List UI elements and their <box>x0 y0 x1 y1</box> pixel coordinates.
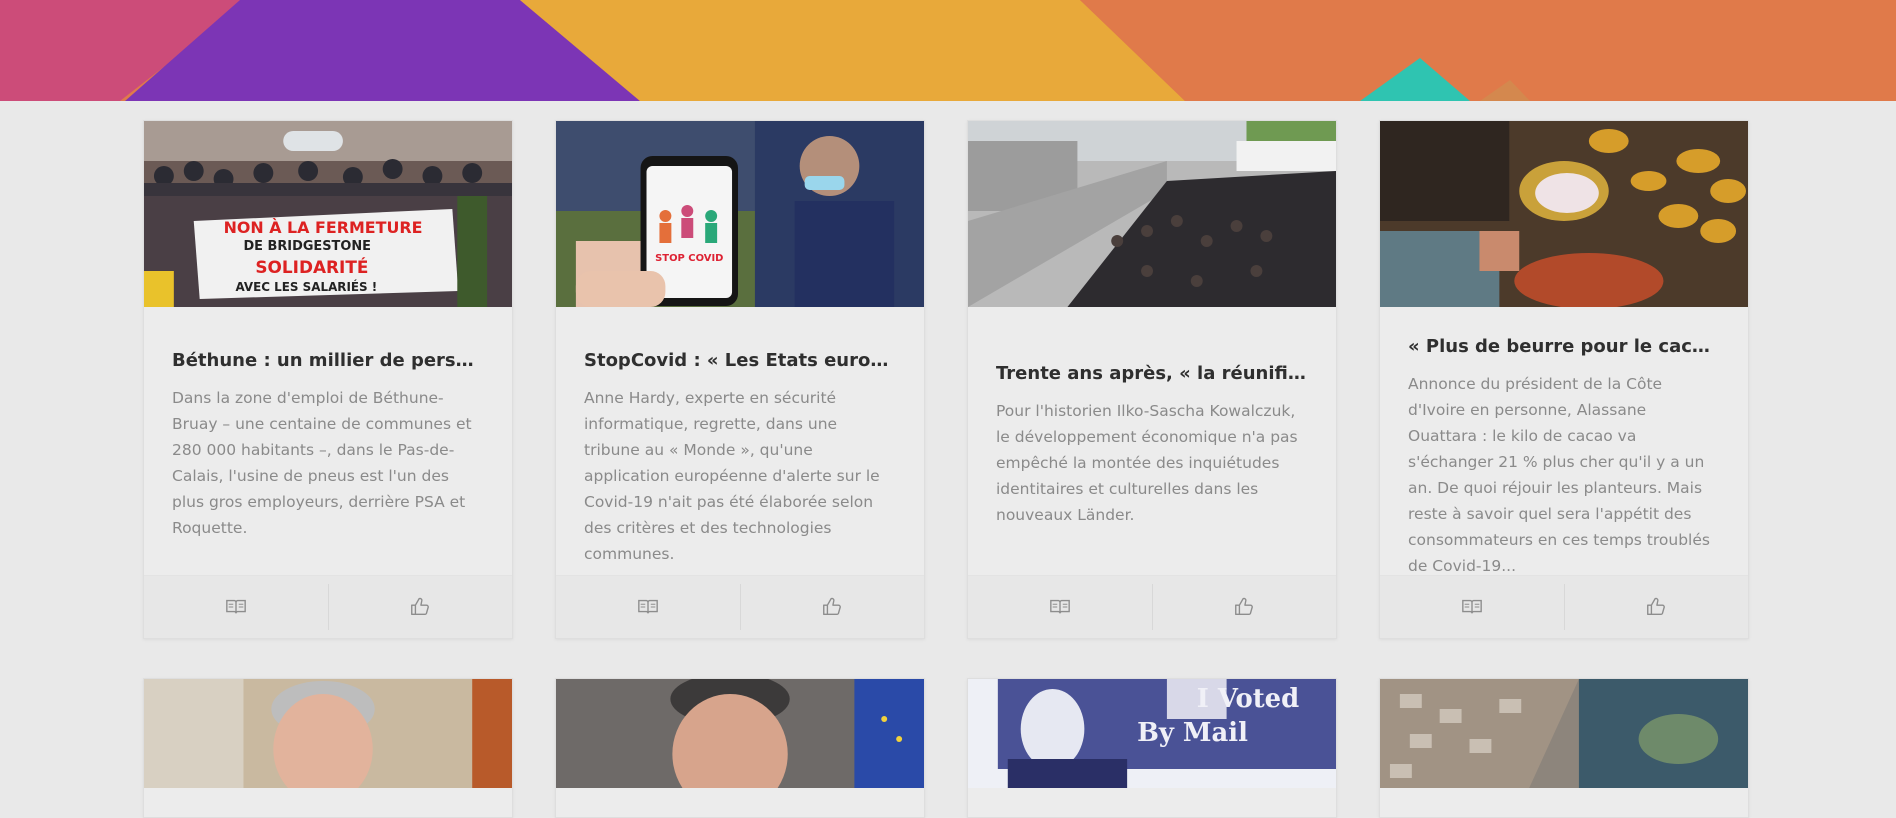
like-button[interactable] <box>1564 576 1748 638</box>
banner-text-line1: NON À LA FERMETURE <box>224 218 423 237</box>
article-description: Anne Hardy, experte en sécurité informat… <box>584 389 880 563</box>
article-card[interactable]: « Plus de beurre pour le cacao » Annonce… <box>1379 120 1749 639</box>
article-image-berlin-wall[interactable] <box>968 121 1336 307</box>
thumbs-up-icon <box>1235 597 1253 616</box>
read-button[interactable] <box>968 576 1152 638</box>
book-icon <box>226 599 246 614</box>
article-image-protest[interactable]: NON À LA FERMETURE DE BRIDGESTONE SOLIDA… <box>144 121 512 307</box>
article-title[interactable]: Trente ans après, « la réunificati... <box>996 362 1308 386</box>
card-actions <box>1380 575 1748 638</box>
phone-screen-text: STOP COVID <box>655 253 723 264</box>
card-actions <box>556 575 924 638</box>
like-button[interactable] <box>1152 576 1336 638</box>
book-icon <box>638 599 658 614</box>
article-image-flood-aerial[interactable] <box>1380 679 1748 788</box>
article-card[interactable] <box>1379 678 1749 818</box>
article-card[interactable] <box>143 678 513 818</box>
by-mail-text: By Mail <box>1137 718 1248 748</box>
article-title[interactable]: Béthune : un millier de personne... <box>172 349 484 373</box>
read-button[interactable] <box>144 576 328 638</box>
article-description: Pour l'historien Ilko-Sascha Kowalczuk, … <box>996 402 1298 524</box>
article-description: Dans la zone d'emploi de Béthune-Bruay –… <box>172 389 472 537</box>
book-icon <box>1050 599 1070 614</box>
banner-text-line2: DE BRIDGESTONE <box>243 239 371 254</box>
article-image-portrait-eu[interactable] <box>556 679 924 788</box>
article-card[interactable]: STOP COVID StopCovid : « Les Etats europ… <box>555 120 925 639</box>
like-button[interactable] <box>328 576 512 638</box>
header-banner <box>0 0 1896 101</box>
article-description: Annonce du président de la Côte d'Ivoire… <box>1408 375 1710 575</box>
article-card[interactable]: NON À LA FERMETURE DE BRIDGESTONE SOLIDA… <box>143 120 513 639</box>
thumbs-up-icon <box>411 597 429 616</box>
article-title[interactable]: « Plus de beurre pour le cacao » <box>1408 335 1720 359</box>
voted-text: I Voted <box>1197 684 1299 714</box>
article-card[interactable]: I Voted By Mail <box>967 678 1337 818</box>
article-image-portrait[interactable] <box>144 679 512 788</box>
read-button[interactable] <box>556 576 740 638</box>
like-button[interactable] <box>740 576 924 638</box>
banner-text-line4: AVEC LES SALARIÉS ! <box>236 279 378 294</box>
article-title[interactable]: StopCovid : « Les Etats européen... <box>584 349 896 373</box>
banner-text-line3: SOLIDARITÉ <box>255 256 368 277</box>
article-card[interactable] <box>555 678 925 818</box>
book-icon <box>1462 599 1482 614</box>
thumbs-up-icon <box>823 597 841 616</box>
thumbs-up-icon <box>1647 597 1665 616</box>
article-image-stopcovid[interactable]: STOP COVID <box>556 121 924 307</box>
article-card[interactable]: Trente ans après, « la réunificati... Po… <box>967 120 1337 639</box>
article-image-cacao[interactable] <box>1380 121 1748 307</box>
card-actions <box>968 575 1336 638</box>
read-button[interactable] <box>1380 576 1564 638</box>
card-actions <box>144 575 512 638</box>
article-image-voted-by-mail[interactable]: I Voted By Mail <box>968 679 1336 788</box>
